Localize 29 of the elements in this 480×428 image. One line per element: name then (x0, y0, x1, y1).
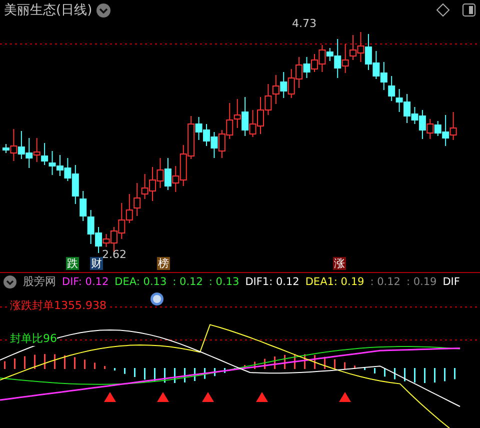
triangle-marker (339, 392, 351, 402)
dropdown-icon[interactable] (96, 2, 112, 18)
indicator-value: DEA: 0.13 (114, 276, 167, 288)
indicator-readout: 封单比96 (10, 331, 57, 346)
triangle-marker (104, 392, 116, 402)
indicator-name: 股旁网 (23, 274, 56, 289)
indicator-value: DIF (442, 276, 460, 288)
chart-title: 美丽生态(日线) (4, 2, 92, 19)
indicator-value: DIF: 0.12 (62, 276, 109, 288)
signal-marker: 跌 (66, 257, 79, 270)
indicator-value: : 0.12 (172, 276, 203, 288)
signal-marker: 涨 (333, 257, 346, 270)
diamond-icon[interactable] (436, 3, 450, 17)
dropdown-icon[interactable] (3, 274, 17, 288)
low-price-label: 2.62 (102, 248, 126, 261)
indicator-value: DIF1: 0.12 (245, 276, 300, 288)
high-price-label: 4.73 (292, 17, 316, 30)
signal-marker: 榜 (157, 257, 170, 270)
signal-marker: 财 (90, 257, 103, 270)
triangle-marker (202, 392, 214, 402)
indicator-value: : 0.19 (406, 276, 437, 288)
triangle-marker (256, 392, 268, 402)
indicator-value: : 0.13 (208, 276, 240, 288)
sun-icon (150, 292, 164, 306)
indicator-value: DEA1: 0.19 (305, 276, 364, 288)
indicator-readout: 涨跌封单1355.938 (10, 298, 106, 313)
triangle-marker (157, 392, 169, 402)
panel-icon[interactable] (462, 3, 476, 17)
indicator-value: : 0.12 (370, 276, 400, 288)
